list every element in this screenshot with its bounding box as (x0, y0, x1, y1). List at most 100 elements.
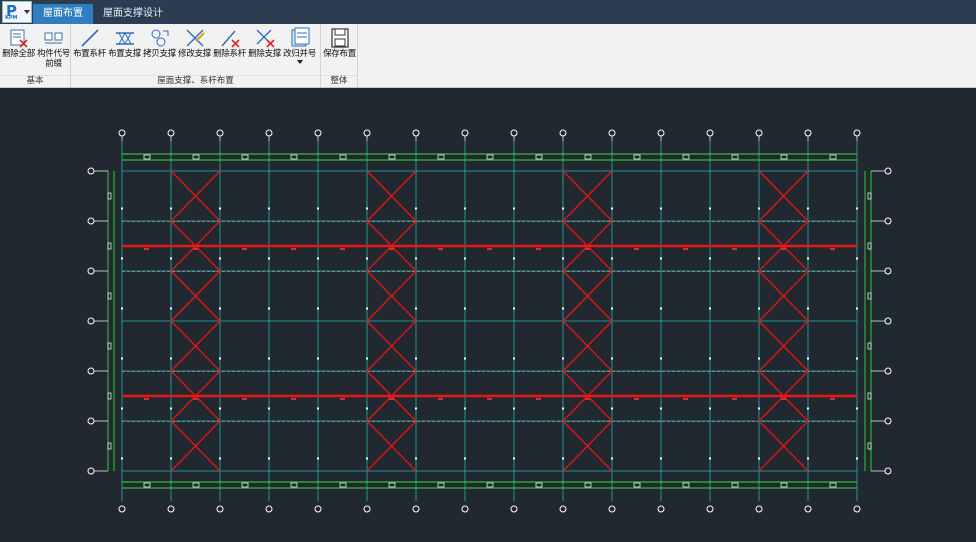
purlin-node (317, 357, 319, 360)
axis-circle-right (884, 317, 892, 325)
purlin-node (366, 357, 368, 360)
purlin-node (317, 257, 319, 260)
purlin-node (709, 457, 711, 460)
eave-box (780, 154, 788, 160)
modify-brace-icon (186, 29, 205, 47)
purlin-node (268, 407, 270, 410)
delete-tie-rod-button[interactable]: 删除系杆 (212, 25, 247, 73)
place-tie-rod-button[interactable]: 布置系杆 (72, 25, 107, 73)
axis-circle-top (118, 129, 126, 137)
purlin-node (513, 207, 515, 210)
purlin-node (366, 407, 368, 410)
purlin-node (464, 407, 466, 410)
axis-circle-right (884, 417, 892, 425)
grid-lines (107, 141, 872, 501)
eave-box (241, 482, 249, 488)
eave-box (731, 154, 739, 160)
purlin-node (758, 207, 760, 210)
tie-rod-tag (193, 248, 198, 250)
modify-brace-button[interactable]: 修改支撑 (177, 25, 212, 73)
ribbon-toolbar: 删除全部 构件代号 前缀 基本 布置系杆 布置支撑 拷贝支撑 修改支撑 删除系杆… (0, 24, 976, 88)
chevron-down-icon[interactable] (296, 60, 303, 64)
purlin-node (660, 407, 662, 410)
eave-box (241, 154, 249, 160)
axis-circle-top (265, 129, 273, 137)
delete-brace-button[interactable]: 删除支撑 (247, 25, 282, 73)
eave-box (829, 154, 837, 160)
eave-box (682, 482, 690, 488)
change-merge-number-button[interactable]: 改归并号 (282, 25, 317, 73)
purlin-node (366, 307, 368, 310)
axis-circle-bottom (559, 505, 567, 513)
ribbon-group-label-overall: 整体 (321, 75, 357, 87)
axis-circle-bottom (216, 505, 224, 513)
purlin-node (758, 307, 760, 310)
purlin-node (464, 357, 466, 360)
tie-rods (122, 244, 857, 400)
app-logo-tag: KPM (5, 15, 18, 21)
axis-circle-bottom (167, 505, 175, 513)
purlin-node (317, 207, 319, 210)
purlin-node (758, 407, 760, 410)
axis-circle-bottom (706, 505, 714, 513)
place-brace-button[interactable]: 布置支撑 (107, 25, 142, 73)
tie-rod-tag (242, 398, 247, 400)
tab-roof-layout[interactable]: 屋面布置 (33, 4, 93, 24)
purlin-node (758, 457, 760, 460)
drawing-canvas[interactable] (0, 88, 976, 542)
tie-rod-tag (683, 398, 688, 400)
ribbon-group-brace-tie: 布置系杆 布置支撑 拷贝支撑 修改支撑 删除系杆 删除支撑 改归并号 屋面支撑、… (71, 24, 321, 87)
axis-circle-bottom (657, 505, 665, 513)
tie-rod-tag (291, 248, 296, 250)
save-layout-label: 保存布置 (323, 49, 356, 59)
tie-rod-tag (634, 398, 639, 400)
purlin-node (562, 457, 564, 460)
tie-rod-tag (144, 248, 149, 250)
eave-box (780, 482, 788, 488)
tie-rod-tag (144, 398, 149, 400)
component-code-prefix-button[interactable]: 构件代号 前缀 (36, 25, 71, 73)
axis-circle-top (755, 129, 763, 137)
purlin-node (219, 357, 221, 360)
delete-all-button[interactable]: 删除全部 (1, 25, 36, 73)
change-merge-number-icon (291, 27, 309, 47)
axis-circle-left (87, 267, 95, 275)
tie-rod-tag (732, 248, 737, 250)
tie-rod-tag (830, 398, 835, 400)
purlin-node (807, 207, 809, 210)
purlin-node (268, 457, 270, 460)
eave-box (731, 482, 739, 488)
eave-box (388, 482, 396, 488)
purlin-node (121, 457, 123, 460)
purlin-node (807, 457, 809, 460)
purlin-node (611, 407, 613, 410)
save-layout-button[interactable]: 保存布置 (322, 25, 357, 73)
axis-circle-bottom (608, 505, 616, 513)
purlin-node (170, 307, 172, 310)
copy-brace-button[interactable]: 拷贝支撑 (142, 25, 177, 73)
axis-circle-bottom (412, 505, 420, 513)
axis-circle-left (87, 417, 95, 425)
axis-circle-right (884, 167, 892, 175)
component-code-label-line2: 前缀 (45, 59, 62, 69)
purlin-node (709, 407, 711, 410)
delete-all-label: 删除全部 (2, 49, 35, 59)
axis-circle-top (412, 129, 420, 137)
eave-box (682, 154, 690, 160)
purlin-node (758, 357, 760, 360)
axis-circle-left (87, 217, 95, 225)
purlin-node (856, 257, 858, 260)
delete-all-icon (10, 29, 28, 48)
purlin-node (415, 407, 417, 410)
purlin-node (709, 357, 711, 360)
purlin-node (268, 207, 270, 210)
tie-rod-tag (781, 398, 786, 400)
purlin-node (611, 357, 613, 360)
purlin-node (562, 357, 564, 360)
copy-brace-icon (151, 29, 168, 47)
tie-rod-tag (536, 398, 541, 400)
axis-circle-left (87, 317, 95, 325)
app-menu-button[interactable]: P KPM (2, 1, 32, 23)
tab-roof-brace-design[interactable]: 屋面支撑设计 (93, 4, 173, 24)
axis-circle-bottom (510, 505, 518, 513)
